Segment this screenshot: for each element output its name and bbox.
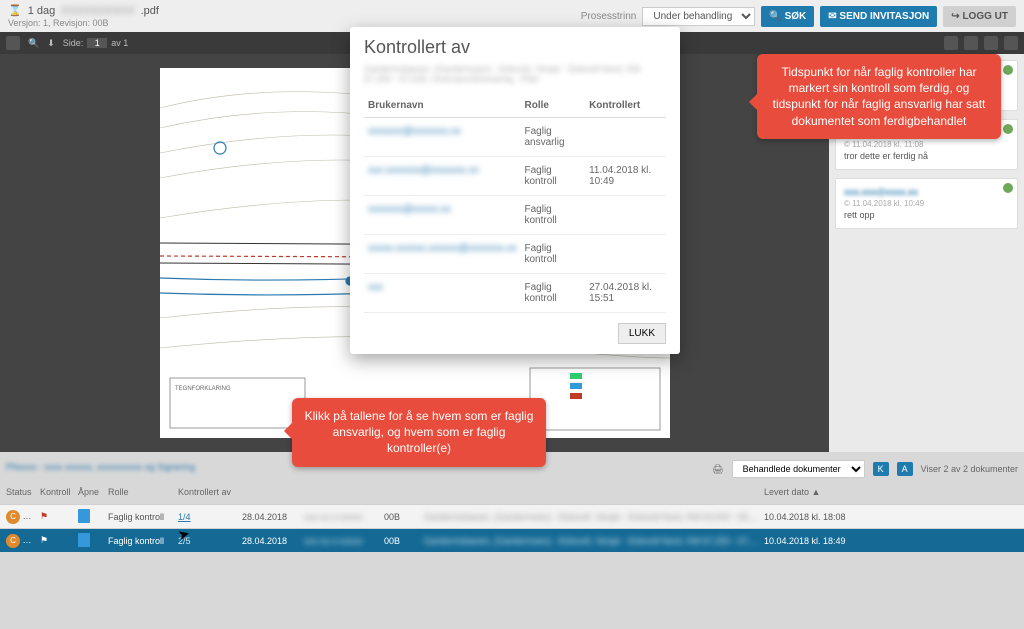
kontrollert-av-modal: Kontrollert av Gardermobanen, (Gardermoe… (350, 27, 680, 354)
modal-subtitle: Gardermobanen, (Gardermoen) - Eidsvoll, … (350, 64, 680, 94)
cell-time (585, 196, 666, 235)
modal-close-button[interactable]: LUKK (618, 323, 666, 344)
modal-table: Brukernavn Rolle Kontrollert xxxxxxx@xxx… (364, 94, 666, 313)
modal-title: Kontrollert av (350, 27, 680, 64)
th-checked: Kontrollert (585, 94, 666, 118)
cell-role: Faglig kontroll (521, 196, 586, 235)
cell-time (585, 235, 666, 274)
th-role: Rolle (521, 94, 586, 118)
cell-time: 27.04.2018 kl. 15:51 (585, 274, 666, 313)
cell-role: Faglig ansvarlig (521, 118, 586, 157)
th-user: Brukernavn (364, 94, 521, 118)
cell-role: Faglig kontroll (521, 235, 586, 274)
cell-role: Faglig kontroll (521, 157, 586, 196)
cell-time (585, 118, 666, 157)
annotation-callout: Klikk på tallene for å se hvem som er fa… (292, 398, 546, 467)
cell-role: Faglig kontroll (521, 274, 586, 313)
user-link[interactable]: xxxxxxx@xxxxxxx.xx (368, 126, 461, 137)
user-link[interactable]: xxx (368, 282, 383, 293)
user-link[interactable]: xxxxx.xxxxxx.xxxxxx@xxxxxxx.xx (368, 243, 517, 254)
annotation-callout: Tidspunkt for når faglig kontroller har … (757, 54, 1001, 139)
user-link[interactable]: xxx.xxxxxxx@xxxxxxx.xx (368, 165, 479, 176)
cell-time: 11.04.2018 kl. 10:49 (585, 157, 666, 196)
user-link[interactable]: xxxxxxx@xxxxx.xx (368, 204, 451, 215)
